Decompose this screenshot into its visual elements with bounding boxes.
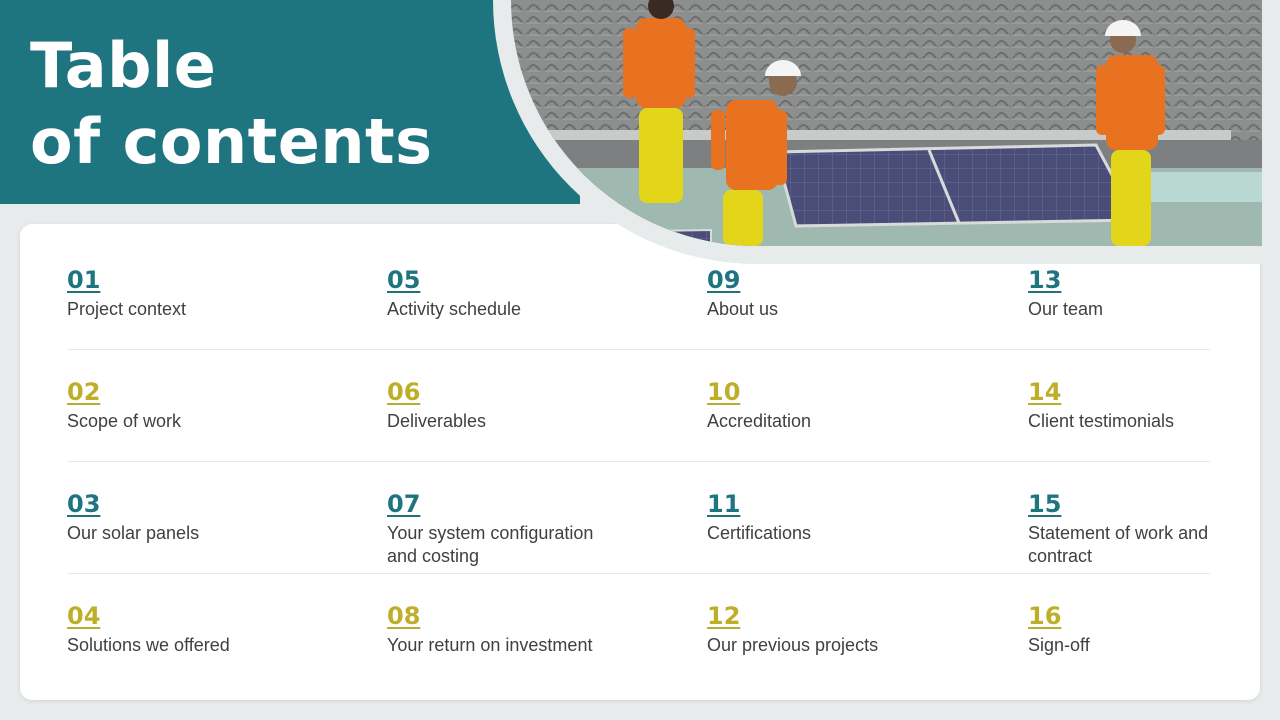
page-title: Table of contents [30, 28, 433, 180]
toc-item-08[interactable]: 08 Your return on investment [387, 602, 627, 657]
toc-item-15[interactable]: 15 Statement of work and contract [1028, 490, 1228, 568]
toc-item-07[interactable]: 07 Your system configuration and costing [387, 490, 627, 568]
toc-label: Your system configuration and costing [387, 523, 594, 566]
toc-number: 16 [1028, 602, 1062, 630]
toc-item-10[interactable]: 10 Accreditation [707, 378, 947, 433]
toc-label: Activity schedule [387, 299, 522, 319]
toc-item-03[interactable]: 03 Our solar panels [67, 490, 307, 545]
toc-number: 10 [707, 378, 741, 406]
toc-number: 13 [1028, 266, 1062, 294]
toc-label: Our team [1028, 299, 1104, 319]
toc-number: 05 [387, 266, 421, 294]
solar-installation-photo [511, 0, 1262, 246]
toc-number: 12 [707, 602, 741, 630]
toc-item-13[interactable]: 13 Our team [1028, 266, 1268, 321]
toc-item-06[interactable]: 06 Deliverables [387, 378, 627, 433]
toc-number: 08 [387, 602, 421, 630]
toc-item-09[interactable]: 09 About us [707, 266, 947, 321]
toc-label: Solutions we offered [67, 635, 230, 655]
row-divider [68, 461, 1210, 462]
toc-label: Our solar panels [67, 523, 200, 543]
toc-item-11[interactable]: 11 Certifications [707, 490, 947, 545]
title-line-1: Table [30, 29, 217, 102]
toc-label: Our previous projects [707, 635, 879, 655]
toc-item-01[interactable]: 01 Project context [67, 266, 307, 321]
toc-number: 14 [1028, 378, 1062, 406]
toc-item-16[interactable]: 16 Sign-off [1028, 602, 1268, 657]
toc-label: Certifications [707, 523, 812, 543]
toc-label: Statement of work and contract [1028, 523, 1209, 566]
row-divider [68, 349, 1210, 350]
toc-item-02[interactable]: 02 Scope of work [67, 378, 307, 433]
toc-item-12[interactable]: 12 Our previous projects [707, 602, 947, 657]
toc-label: Your return on investment [387, 635, 593, 655]
row-divider [68, 573, 1210, 574]
toc-item-04[interactable]: 04 Solutions we offered [67, 602, 307, 657]
toc-number: 03 [67, 490, 101, 518]
toc-item-05[interactable]: 05 Activity schedule [387, 266, 627, 321]
toc-number: 11 [707, 490, 741, 518]
title-line-2: of contents [30, 105, 433, 178]
toc-label: Scope of work [67, 411, 182, 431]
toc-label: Deliverables [387, 411, 487, 431]
toc-number: 15 [1028, 490, 1062, 518]
toc-label: Project context [67, 299, 187, 319]
toc-number: 06 [387, 378, 421, 406]
toc-number: 04 [67, 602, 101, 630]
toc-number: 07 [387, 490, 421, 518]
toc-label: Accreditation [707, 411, 812, 431]
toc-number: 09 [707, 266, 741, 294]
toc-label: About us [707, 299, 779, 319]
toc-number: 01 [67, 266, 101, 294]
toc-label: Sign-off [1028, 635, 1090, 655]
toc-number: 02 [67, 378, 101, 406]
toc-label: Client testimonials [1028, 411, 1175, 431]
toc-item-14[interactable]: 14 Client testimonials [1028, 378, 1268, 433]
